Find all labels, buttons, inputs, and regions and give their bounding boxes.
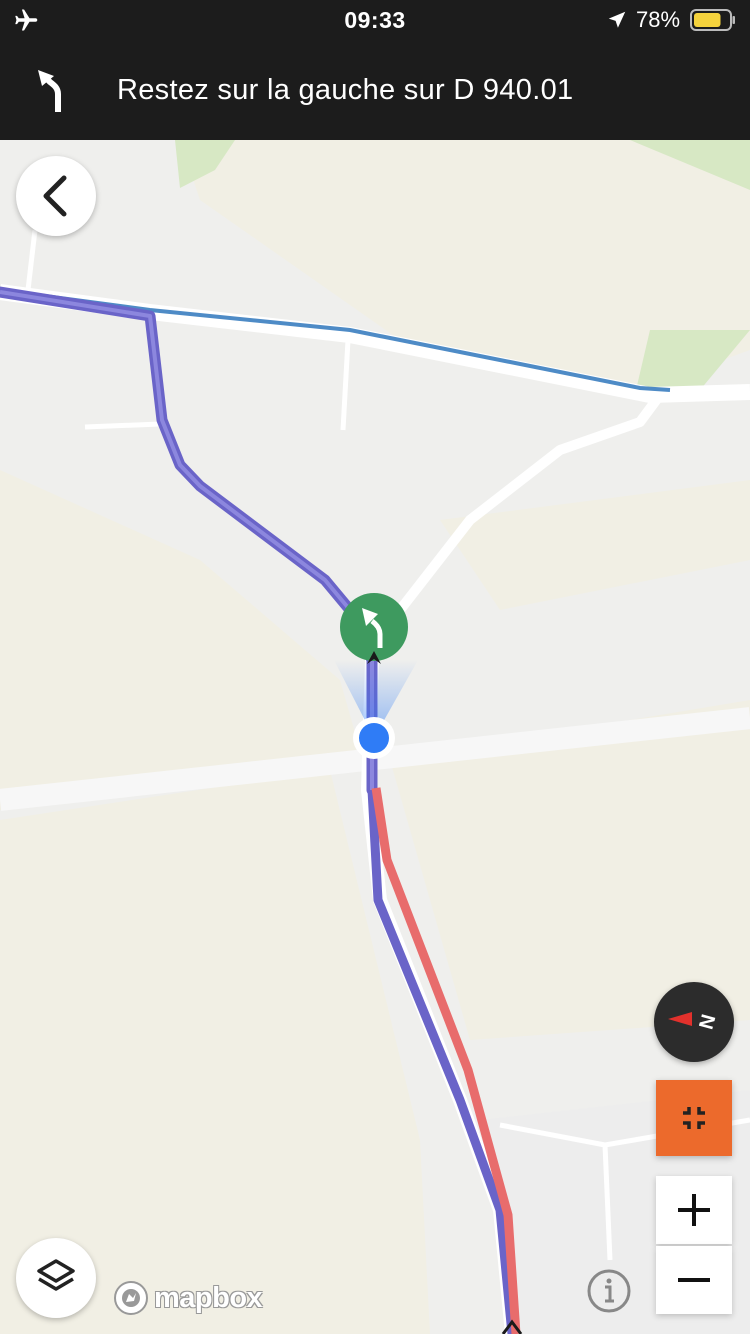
user-location-dot	[353, 717, 395, 759]
collapse-arrows-icon	[683, 1107, 705, 1129]
compass-icon: N	[668, 1012, 721, 1032]
turn-slight-left-icon	[38, 70, 61, 112]
mapbox-wordmark: mapbox	[154, 1281, 263, 1314]
compass-button[interactable]: N	[654, 982, 734, 1062]
info-icon[interactable]	[586, 1268, 632, 1314]
battery-percent: 78%	[636, 7, 681, 32]
recenter-button[interactable]	[656, 1080, 732, 1156]
navigation-instruction: Restez sur la gauche sur D 940.01	[117, 74, 574, 106]
navigation-banner: Restez sur la gauche sur D 940.01	[0, 40, 750, 140]
plus-icon	[678, 1194, 710, 1226]
mapbox-logo[interactable]: mapbox	[112, 1278, 263, 1318]
map-canvas[interactable]	[0, 140, 750, 1334]
zoom-out-button[interactable]	[656, 1246, 732, 1314]
minus-icon	[678, 1278, 710, 1282]
status-bar: 09:33 78%	[0, 0, 750, 40]
layers-button[interactable]	[16, 1238, 96, 1318]
chevron-left-icon	[43, 175, 67, 217]
map-road	[84, 421, 161, 430]
location-arrow-icon	[608, 11, 626, 28]
layers-icon	[37, 1259, 75, 1291]
mapbox-mark-icon	[114, 1281, 148, 1315]
compass-label: N	[696, 1012, 721, 1032]
back-button[interactable]	[16, 156, 96, 236]
battery-icon	[690, 9, 735, 31]
map-view[interactable]: N mapbox	[0, 140, 750, 1334]
zoom-in-button[interactable]	[656, 1176, 732, 1244]
